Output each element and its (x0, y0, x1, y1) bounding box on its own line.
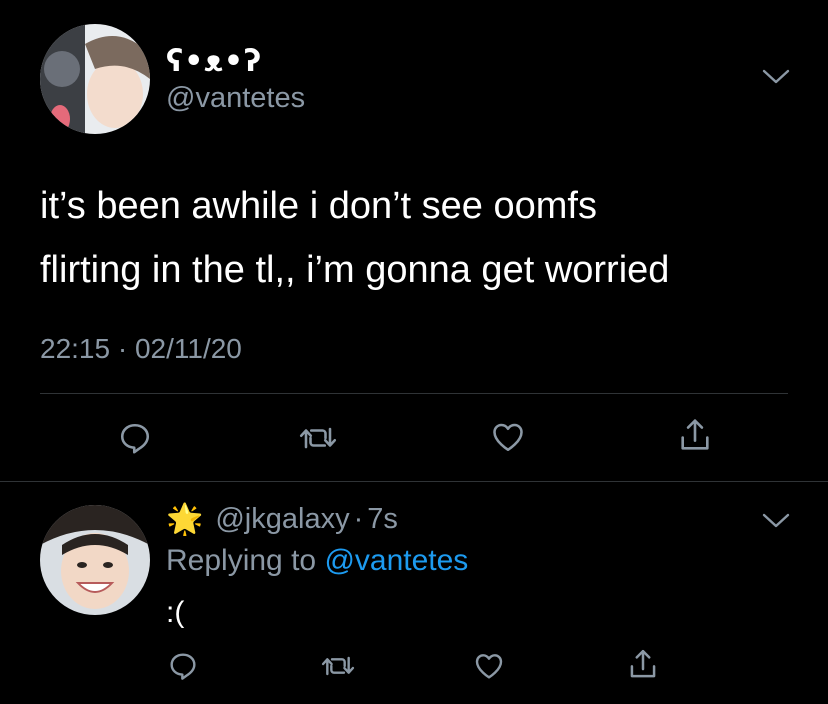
retweet-icon[interactable] (320, 650, 356, 682)
replying-to: Replying to @vantetes (166, 544, 468, 578)
chevron-down-icon[interactable] (762, 68, 790, 86)
like-icon[interactable] (489, 419, 527, 455)
reply-text: :( (166, 596, 185, 629)
divider (40, 393, 788, 394)
reply-icon[interactable] (117, 420, 153, 456)
share-icon[interactable] (626, 647, 660, 683)
author-display-name[interactable]: ʕ•ᴥ•ʔ (166, 44, 262, 79)
retweet-icon[interactable] (298, 420, 338, 456)
reply-icon[interactable] (167, 650, 199, 682)
author-avatar[interactable] (40, 24, 150, 134)
reply-header: 🌟 @jkgalaxy · 7s (166, 502, 398, 537)
divider (0, 481, 828, 482)
tweet-timestamp[interactable]: 22:15 · 02/11/20 (40, 333, 242, 365)
replying-to-label: Replying to (166, 544, 325, 577)
reply-handle[interactable]: @jkgalaxy (215, 503, 349, 536)
like-icon[interactable] (472, 650, 506, 682)
separator-dot: · (353, 503, 364, 535)
tweet-text-line: flirting in the tl,, i’m gonna get worri… (40, 249, 670, 291)
replying-to-mention[interactable]: @vantetes (324, 544, 468, 577)
author-handle[interactable]: @vantetes (166, 82, 305, 115)
chevron-down-icon[interactable] (762, 512, 790, 530)
star-emoji-icon: 🌟 (166, 503, 204, 536)
reply-time[interactable]: 7s (367, 503, 398, 536)
tweet-text: it’s been awhile i don’t see oomfs flirt… (40, 174, 800, 302)
share-icon[interactable] (676, 416, 714, 456)
reply-author-avatar[interactable] (40, 505, 150, 615)
tweet-text-line: it’s been awhile i don’t see oomfs (40, 185, 597, 227)
